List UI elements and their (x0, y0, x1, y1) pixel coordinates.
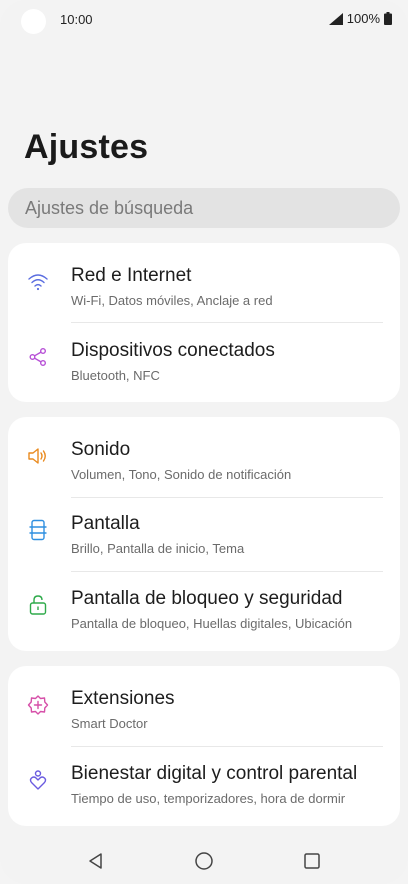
wellbeing-icon (26, 768, 50, 792)
settings-item-title: Sonido (71, 439, 131, 460)
status-indicators: 100% (328, 11, 392, 26)
settings-item-title: Pantalla (71, 513, 140, 534)
settings-group-device: Sonido Volumen, Tono, Sonido de notifica… (8, 417, 400, 651)
settings-group-connectivity: Red e Internet Wi-Fi, Datos móviles, Anc… (8, 243, 400, 402)
settings-item-subtitle: Wi-Fi, Datos móviles, Anclaje a red (71, 293, 273, 308)
wifi-icon (26, 270, 50, 294)
status-bar: 10:00 100% (0, 0, 408, 40)
settings-item-subtitle: Brillo, Pantalla de inicio, Tema (71, 541, 245, 556)
settings-item-extensions[interactable]: Extensiones Smart Doctor (8, 666, 400, 740)
lock-icon (26, 593, 50, 617)
settings-group-extras: Extensiones Smart Doctor Bienestar digit… (8, 666, 400, 826)
display-icon (26, 518, 50, 542)
settings-item-sound[interactable]: Sonido Volumen, Tono, Sonido de notifica… (8, 417, 400, 491)
recents-icon[interactable] (300, 849, 324, 873)
battery-level: 100% (346, 11, 380, 26)
settings-item-digital-wellbeing[interactable]: Bienestar digital y control parental Tie… (8, 741, 400, 815)
share-icon (26, 345, 50, 369)
settings-item-connected-devices[interactable]: Dispositivos conectados Bluetooth, NFC (8, 318, 400, 392)
settings-item-subtitle: Pantalla de bloqueo, Huellas digitales, … (71, 616, 353, 631)
settings-screen: 10:00 100% Ajustes Ajustes de búsqueda R… (0, 0, 408, 884)
search-placeholder: Ajustes de búsqueda (25, 197, 194, 218)
settings-item-title: Red e Internet (71, 265, 192, 286)
back-icon[interactable] (84, 849, 108, 873)
status-time: 10:00 (60, 12, 93, 27)
signal-icon (328, 12, 343, 25)
search-input[interactable]: Ajustes de búsqueda (8, 188, 400, 228)
settings-item-display[interactable]: Pantalla Brillo, Pantalla de inicio, Tem… (8, 491, 400, 565)
settings-item-title: Bienestar digital y control parental (71, 763, 358, 784)
navigation-bar (0, 836, 408, 884)
settings-item-subtitle: Tiempo de uso, temporizadores, hora de d… (71, 791, 346, 806)
settings-item-title: Extensiones (71, 688, 175, 709)
settings-item-network[interactable]: Red e Internet Wi-Fi, Datos móviles, Anc… (8, 243, 400, 317)
home-icon[interactable] (192, 849, 216, 873)
settings-item-subtitle: Volumen, Tono, Sonido de notificación (71, 467, 292, 482)
speaker-icon (26, 444, 50, 468)
battery-icon (384, 12, 392, 25)
settings-item-subtitle: Smart Doctor (71, 716, 148, 731)
settings-item-lock-security[interactable]: Pantalla de bloqueo y seguridad Pantalla… (8, 566, 400, 640)
settings-item-title: Pantalla de bloqueo y seguridad (71, 588, 343, 609)
settings-item-subtitle: Bluetooth, NFC (71, 368, 160, 383)
page-title: Ajustes (24, 128, 149, 166)
camera-cutout (21, 9, 46, 34)
settings-item-title: Dispositivos conectados (71, 340, 275, 361)
extensions-icon (26, 693, 50, 717)
